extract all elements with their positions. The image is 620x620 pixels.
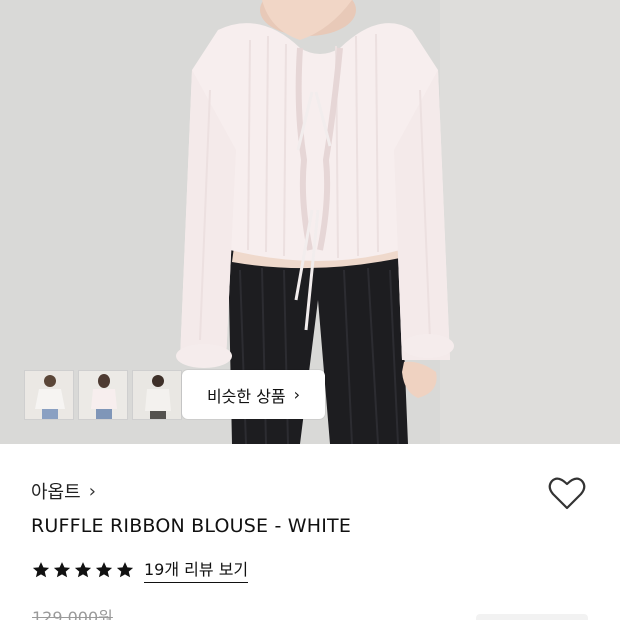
- similar-products-button[interactable]: 비슷한 상품 ›: [182, 370, 325, 419]
- thumbnail-1[interactable]: [24, 370, 74, 420]
- chevron-right-icon: ›: [293, 384, 301, 404]
- similar-products-label: 비슷한 상품: [206, 386, 286, 406]
- reviews-link[interactable]: 19개 리뷰 보기: [144, 556, 249, 583]
- product-title: RUFFLE RIBBON BLOUSE - WHITE: [31, 515, 352, 537]
- star-icon: [32, 561, 50, 577]
- star-rating: [32, 561, 134, 579]
- star-icon: [116, 561, 134, 577]
- star-icon: [74, 561, 92, 577]
- rating-row: 19개 리뷰 보기: [32, 556, 249, 583]
- thumbnail-3[interactable]: [132, 370, 182, 420]
- thumbnail-2[interactable]: [78, 370, 128, 420]
- brand-name: 아옵트: [31, 482, 81, 503]
- price-action-chip[interactable]: [476, 614, 588, 620]
- chevron-right-icon: ›: [88, 480, 96, 502]
- star-icon: [53, 561, 71, 577]
- heart-icon[interactable]: [548, 475, 586, 511]
- brand-link[interactable]: 아옵트 ›: [31, 478, 96, 504]
- original-price: 129,000원: [32, 608, 113, 620]
- product-hero-image[interactable]: 비슷한 상품 ›: [0, 0, 620, 444]
- star-icon: [95, 561, 113, 577]
- thumbnail-strip: [24, 370, 182, 420]
